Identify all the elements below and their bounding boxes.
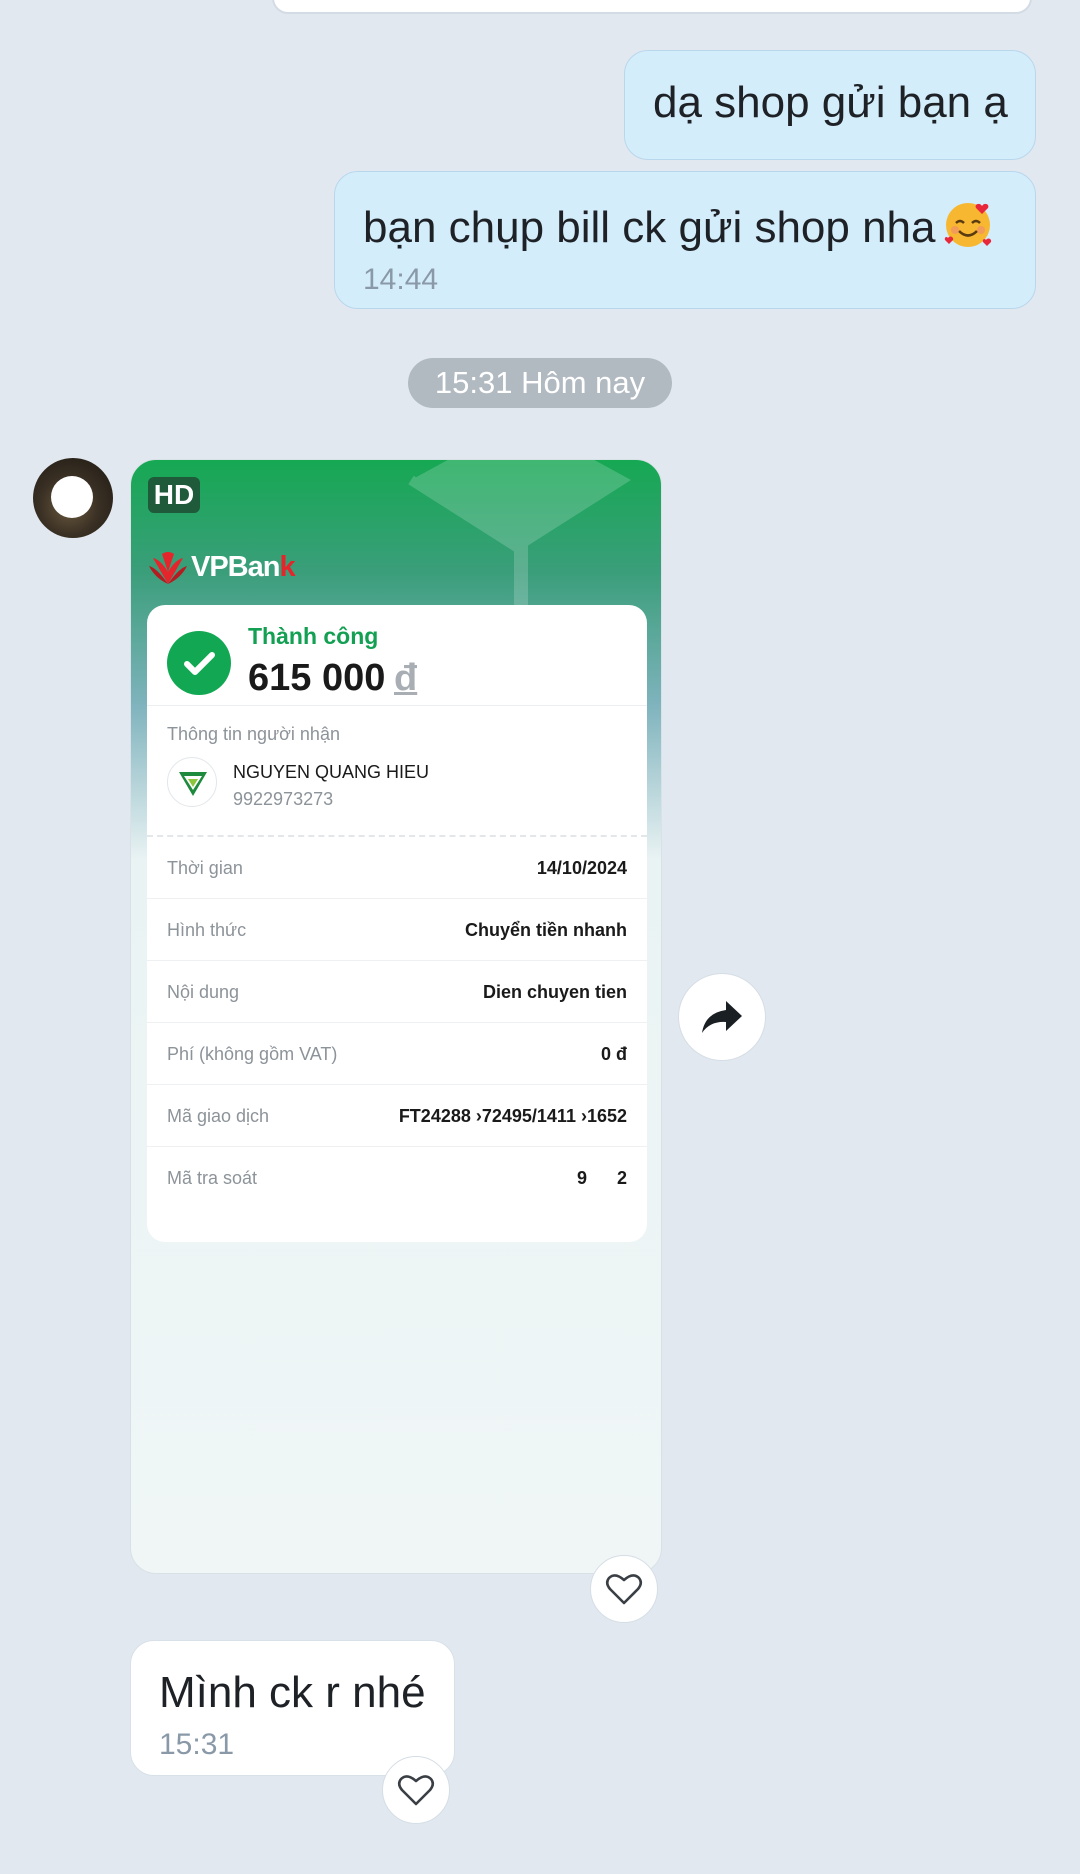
hd-badge: HD <box>148 477 200 513</box>
message-text: bạn chụp bill ck gửi shop nha <box>363 198 1007 255</box>
previous-message-card <box>272 0 1032 14</box>
avatar[interactable] <box>33 458 113 538</box>
message-time: 14:44 <box>363 262 439 296</box>
recipient-name: NGUYEN QUANG HIEU <box>233 762 430 782</box>
vpbank-wordmark: VPBank <box>191 550 296 583</box>
recipient-section-label: Thông tin người nhận <box>167 724 340 744</box>
detail-value: FT24288 ›72495/1411 ›1652 <box>398 1106 627 1126</box>
smiling-face-with-hearts-icon <box>944 203 991 247</box>
detail-key: Hình thức <box>167 920 247 940</box>
decorative-leaf-icon <box>408 460 631 620</box>
detail-value: Dien chuyen tien <box>482 982 627 1002</box>
detail-row-content: Nội dung Dien chuyen tien <box>147 961 647 1023</box>
detail-value: 9 2 <box>576 1168 627 1188</box>
recipient-account: 9922973273 <box>233 789 334 809</box>
detail-row-fee: Phí (không gồm VAT) 0 đ <box>147 1023 647 1085</box>
message-text: Mình ck r nhé <box>159 1668 426 1717</box>
detail-value: Chuyển tiền nhanh <box>465 920 627 940</box>
detail-value: 14/10/2024 <box>536 858 627 878</box>
recipient-bank-logo-icon <box>167 757 217 807</box>
forward-button[interactable] <box>678 973 766 1061</box>
date-separator: 15:31 Hôm nay <box>408 358 672 408</box>
detail-key: Mã giao dịch <box>167 1106 270 1126</box>
detail-row-transaction-id: Mã giao dịch FT24288 ›72495/1411 ›1652 <box>147 1085 647 1147</box>
detail-row-time: Thời gian 14/10/2024 <box>147 837 647 899</box>
vpbank-logo: VPBank <box>149 550 296 584</box>
vpbank-flower-icon <box>149 552 187 584</box>
detail-value: 0 đ <box>600 1044 627 1064</box>
heart-outline-icon <box>397 1775 435 1806</box>
success-check-icon <box>167 631 231 695</box>
react-heart-button[interactable] <box>590 1555 658 1623</box>
transaction-card: Thành công 615 000 đ Thông tin người nhậ… <box>147 605 647 1242</box>
message-time: 15:31 <box>159 1727 235 1761</box>
avatar-placeholder <box>51 476 93 518</box>
currency-symbol: đ <box>394 657 418 699</box>
amount: 615 000 <box>248 657 386 699</box>
incoming-message[interactable]: Mình ck r nhé 15:31 <box>130 1640 455 1776</box>
detail-key: Thời gian <box>167 858 243 878</box>
detail-key: Mã tra soát <box>167 1168 258 1188</box>
receipt-image[interactable]: HD VPBank Thành công 615 000 đ Thông tin… <box>130 459 662 1574</box>
forward-arrow-icon <box>702 1001 742 1033</box>
heart-outline-icon <box>605 1574 643 1605</box>
detail-key: Nội dung <box>167 982 240 1002</box>
status-label: Thành công <box>248 623 379 649</box>
react-heart-button[interactable] <box>382 1756 450 1824</box>
divider <box>147 705 647 706</box>
detail-key: Phí (không gồm VAT) <box>167 1044 338 1064</box>
outgoing-message[interactable]: bạn chụp bill ck gửi shop nha 14:44 <box>334 171 1036 309</box>
detail-row-trace-id: Mã tra soát 9 2 <box>147 1147 647 1209</box>
message-text: dạ shop gửi bạn ạ <box>653 78 1008 127</box>
detail-row-method: Hình thức Chuyển tiền nhanh <box>147 899 647 961</box>
outgoing-message[interactable]: dạ shop gửi bạn ạ <box>624 50 1036 160</box>
